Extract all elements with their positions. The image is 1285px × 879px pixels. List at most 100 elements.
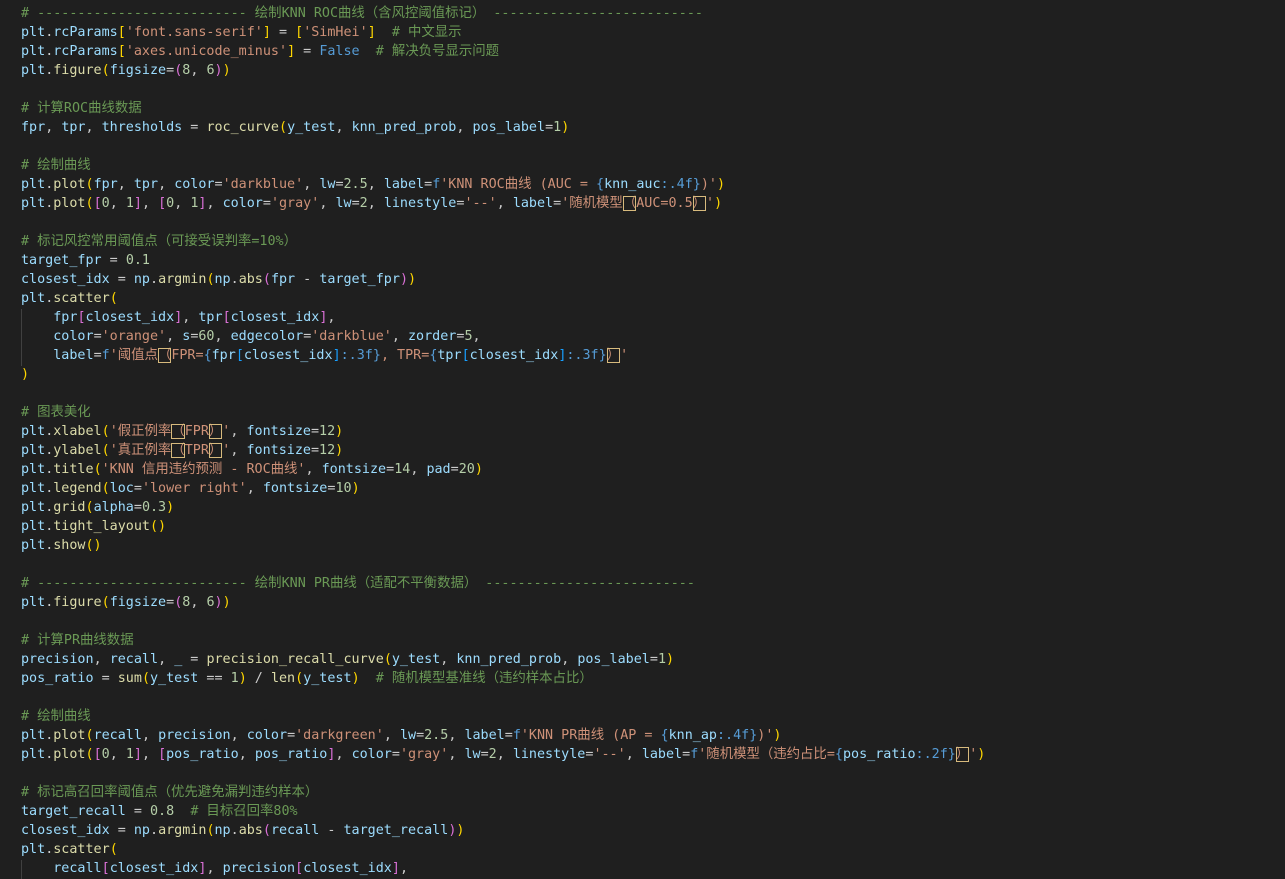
code-token: , bbox=[448, 747, 465, 762]
code-line[interactable]: label=f'阈值点（FPR={fpr[closest_idx]:.3f}, … bbox=[21, 346, 628, 365]
code-token: '随机模型 bbox=[561, 196, 623, 211]
code-line[interactable]: plt.rcParams['font.sans-serif'] = ['SimH… bbox=[21, 23, 462, 42]
code-token: color bbox=[246, 728, 288, 743]
code-token: 6 bbox=[206, 595, 215, 610]
code-line[interactable]: plt.figure(figsize=(8, 6)) bbox=[21, 593, 231, 612]
code-line[interactable]: # -------------------------- 绘制KNN ROC曲线… bbox=[21, 4, 703, 23]
code-line[interactable]: target_recall = 0.8 # 目标召回率80% bbox=[21, 802, 298, 821]
code-line[interactable]: plt.scatter( bbox=[21, 840, 118, 859]
code-token: = bbox=[351, 196, 360, 211]
code-token: , bbox=[206, 196, 223, 211]
code-line[interactable]: # 标记高召回率阈值点（优先避免漏判违约样本） bbox=[21, 783, 318, 802]
code-line[interactable]: plt.plot([0, 1], [0, 1], color='gray', l… bbox=[21, 194, 722, 213]
code-token: plt bbox=[21, 728, 46, 743]
code-line[interactable]: target_fpr = 0.1 bbox=[21, 251, 150, 270]
code-token: figure bbox=[53, 595, 102, 610]
code-line[interactable]: recall[closest_idx], precision[closest_i… bbox=[21, 859, 408, 878]
code-token: rcParams bbox=[53, 44, 118, 59]
code-line[interactable]: plt.plot(recall, precision, color='darkg… bbox=[21, 726, 781, 745]
code-line[interactable]: plt.grid(alpha=0.3) bbox=[21, 498, 174, 517]
code-token: , bbox=[399, 861, 408, 876]
code-line[interactable]: plt.title('KNN 信用违约预测 - ROC曲线', fontsize… bbox=[21, 460, 483, 479]
code-token: [ bbox=[93, 747, 102, 762]
code-token: target_fpr bbox=[21, 253, 102, 268]
code-line[interactable]: # 图表美化 bbox=[21, 403, 91, 422]
code-token: = bbox=[450, 462, 459, 477]
code-token: ) bbox=[222, 595, 231, 610]
code-line[interactable]: plt.scatter( bbox=[21, 289, 118, 308]
code-token: ) bbox=[214, 595, 223, 610]
code-token: 20 bbox=[458, 462, 475, 477]
code-token: ( bbox=[85, 728, 94, 743]
code-token: , bbox=[174, 196, 191, 211]
code-line[interactable]: color='orange', s=60, edgecolor='darkblu… bbox=[21, 327, 480, 346]
code-line[interactable]: plt.legend(loc='lower right', fontsize=1… bbox=[21, 479, 360, 498]
code-editor[interactable]: # -------------------------- 绘制KNN ROC曲线… bbox=[0, 0, 1285, 879]
code-line[interactable]: closest_idx = np.argmin(np.abs(recall - … bbox=[21, 821, 464, 840]
code-token: color bbox=[351, 747, 392, 762]
code-line[interactable]: plt.plot([0, 1], [pos_ratio, pos_ratio],… bbox=[21, 745, 985, 764]
code-token: 0 bbox=[166, 196, 175, 211]
code-token: plot bbox=[53, 196, 86, 211]
code-token: label bbox=[383, 177, 425, 192]
code-line[interactable]: pos_ratio = sum(y_test == 1) / len(y_tes… bbox=[21, 669, 593, 688]
code-token: target_fpr bbox=[319, 272, 400, 287]
code-token: , bbox=[117, 177, 134, 192]
code-token: 0.3 bbox=[141, 500, 167, 515]
code-line[interactable]: plt.plot(fpr, tpr, color='darkblue', lw=… bbox=[21, 175, 725, 194]
code-token: ( bbox=[262, 272, 271, 287]
code-token: () bbox=[85, 538, 102, 553]
code-line[interactable]: # 标记风控常用阈值点（可接受误判率=10%） bbox=[21, 232, 297, 251]
code-token: , bbox=[319, 196, 336, 211]
code-line[interactable]: fpr, tpr, thresholds = roc_curve(y_test,… bbox=[21, 118, 569, 137]
code-line[interactable]: plt.figure(figsize=(8, 6)) bbox=[21, 61, 231, 80]
code-token: ） bbox=[208, 424, 223, 439]
code-token: （ bbox=[622, 196, 637, 211]
code-line[interactable]: # 绘制曲线 bbox=[21, 156, 91, 175]
code-token: ] bbox=[133, 196, 142, 211]
code-token: tpr bbox=[198, 310, 223, 325]
code-token: label bbox=[641, 747, 683, 762]
code-token: color bbox=[174, 177, 215, 192]
code-line[interactable]: plt.tight_layout() bbox=[21, 517, 166, 536]
code-token: np bbox=[133, 272, 150, 287]
code-token: ) bbox=[351, 671, 360, 686]
code-line[interactable]: plt.ylabel('真正例率（TPR）', fontsize=12) bbox=[21, 441, 343, 460]
code-line[interactable]: closest_idx = np.argmin(np.abs(fpr - tar… bbox=[21, 270, 416, 289]
code-token: precision bbox=[21, 652, 94, 667]
code-line[interactable]: # 绘制曲线 bbox=[21, 707, 91, 726]
code-line[interactable]: # 计算PR曲线数据 bbox=[21, 631, 134, 650]
code-line[interactable]: fpr[closest_idx], tpr[closest_idx], bbox=[21, 308, 335, 327]
code-line[interactable]: precision, recall, _ = precision_recall_… bbox=[21, 650, 674, 669]
code-token: [ bbox=[77, 310, 86, 325]
code-token: ) bbox=[456, 823, 465, 838]
code-token: , bbox=[109, 196, 126, 211]
code-token: closest_idx bbox=[21, 272, 110, 287]
code-token: ] bbox=[262, 25, 271, 40]
code-token: = bbox=[109, 823, 134, 838]
code-line[interactable]: # 计算ROC曲线数据 bbox=[21, 99, 142, 118]
code-token: 2 bbox=[488, 747, 497, 762]
code-line[interactable]: plt.rcParams['axes.unicode_minus'] = Fal… bbox=[21, 42, 499, 61]
code-token: label bbox=[53, 348, 94, 363]
code-token: ( bbox=[295, 671, 304, 686]
code-token: ( bbox=[109, 842, 118, 857]
code-token: , bbox=[141, 728, 159, 743]
code-token: [ bbox=[158, 196, 167, 211]
code-token: f bbox=[101, 348, 110, 363]
code-token: # 标记高召回率阈值点（优先避免漏判违约样本） bbox=[21, 785, 319, 800]
code-token: recall bbox=[93, 728, 142, 743]
code-line[interactable]: # -------------------------- 绘制KNN PR曲线（… bbox=[21, 574, 695, 593]
code-token: / bbox=[246, 671, 271, 686]
code-token: scatter bbox=[53, 842, 110, 857]
code-token: alpha bbox=[93, 500, 134, 515]
code-token: tight_layout bbox=[53, 519, 150, 534]
code-line[interactable]: plt.show() bbox=[21, 536, 102, 555]
code-line[interactable]: ) bbox=[21, 365, 29, 384]
code-token: ' bbox=[620, 348, 629, 363]
code-token: 'axes.unicode_minus' bbox=[125, 44, 288, 59]
code-token: 'KNN ROC曲线 (AUC = bbox=[440, 177, 597, 192]
code-line[interactable]: plt.xlabel('假正例率（FPR）', fontsize=12) bbox=[21, 422, 343, 441]
